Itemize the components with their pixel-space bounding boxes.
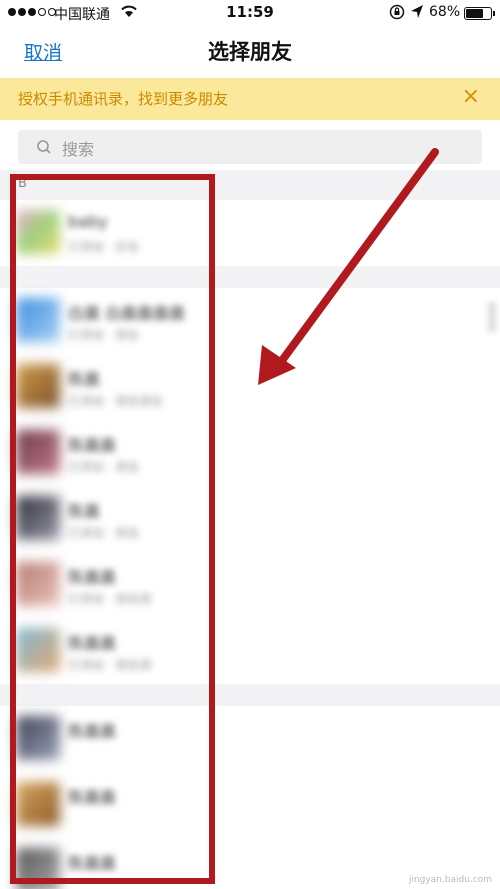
list-item[interactable]: 陈晨晨 bbox=[0, 706, 500, 772]
rotation-lock-icon bbox=[389, 4, 405, 24]
navigation-bar: 取消 选择朋友 bbox=[0, 26, 500, 76]
avatar bbox=[16, 364, 60, 408]
avatar bbox=[16, 782, 60, 826]
contact-subtitle: 已添加 · 朋友朋 bbox=[68, 592, 152, 606]
list-item[interactable]: baby 已添加 · 好友 bbox=[0, 200, 500, 266]
contact-subtitle: 已添加 · 朋友朋友 bbox=[68, 394, 164, 408]
search-input[interactable]: 搜索 bbox=[18, 130, 482, 164]
banner-text[interactable]: 授权手机通讯录，找到更多朋友 bbox=[18, 88, 228, 109]
contact-subtitle: 已添加 · 朋友 bbox=[68, 526, 140, 540]
contact-name: 陈晨晨 bbox=[68, 722, 117, 741]
status-bar: 中国联通 11:59 68% bbox=[0, 0, 500, 26]
avatar bbox=[16, 628, 60, 672]
contact-subtitle: 已添加 · 朋友 bbox=[68, 328, 140, 342]
contact-name: 陈晨晨 bbox=[68, 568, 117, 587]
contact-list: B baby 已添加 · 好友 白晨 白晨晨晨晨 已添加 · 朋友 陈晨 已添加… bbox=[0, 170, 500, 889]
search-icon bbox=[36, 139, 52, 159]
page-title: 选择朋友 bbox=[208, 40, 292, 64]
avatar bbox=[16, 848, 60, 889]
index-hint bbox=[488, 302, 496, 332]
contact-subtitle: 已添加 · 朋友朋 bbox=[68, 658, 152, 672]
watermark: jingyan.baidu.com bbox=[408, 875, 492, 885]
close-icon[interactable]: × bbox=[462, 84, 480, 109]
list-item[interactable]: 陈晨晨 已添加 · 朋友朋 bbox=[0, 618, 500, 684]
avatar bbox=[16, 298, 60, 342]
contact-name: 陈晨 bbox=[68, 502, 101, 521]
list-item[interactable]: 陈晨晨 已添加 · 朋友朋 bbox=[0, 552, 500, 618]
contact-name: 陈晨晨 bbox=[68, 788, 117, 807]
battery-percentage: 68% bbox=[429, 4, 461, 20]
contact-name: 陈晨 bbox=[68, 370, 101, 389]
avatar bbox=[16, 496, 60, 540]
avatar bbox=[16, 430, 60, 474]
contact-name: 陈晨晨 bbox=[68, 854, 117, 873]
divider bbox=[0, 266, 500, 288]
contact-subtitle: 已添加 · 好友 bbox=[68, 240, 140, 254]
avatar bbox=[16, 562, 60, 606]
contact-subtitle: 已添加 · 朋友 bbox=[68, 460, 140, 474]
contact-name: 白晨 白晨晨晨晨 bbox=[68, 304, 186, 323]
divider bbox=[0, 684, 500, 706]
list-item[interactable]: 陈晨 已添加 · 朋友朋友 bbox=[0, 354, 500, 420]
avatar bbox=[16, 210, 60, 254]
contact-name: 陈晨晨 bbox=[68, 436, 117, 455]
list-item[interactable]: 陈晨晨 已添加 · 朋友 bbox=[0, 420, 500, 486]
section-header: B bbox=[0, 170, 500, 200]
contact-name: baby bbox=[68, 212, 108, 231]
status-time: 11:59 bbox=[226, 3, 274, 21]
contacts-permission-banner[interactable]: 授权手机通讯录，找到更多朋友 × bbox=[0, 78, 500, 120]
battery-icon bbox=[464, 7, 495, 20]
location-arrow-icon bbox=[410, 4, 424, 24]
contact-name: 陈晨晨 bbox=[68, 634, 117, 653]
list-item[interactable]: 陈晨晨 bbox=[0, 772, 500, 838]
list-item[interactable]: 白晨 白晨晨晨晨 已添加 · 朋友 bbox=[0, 288, 500, 354]
list-item[interactable]: 陈晨 已添加 · 朋友 bbox=[0, 486, 500, 552]
avatar bbox=[16, 716, 60, 760]
search-placeholder: 搜索 bbox=[62, 140, 95, 159]
